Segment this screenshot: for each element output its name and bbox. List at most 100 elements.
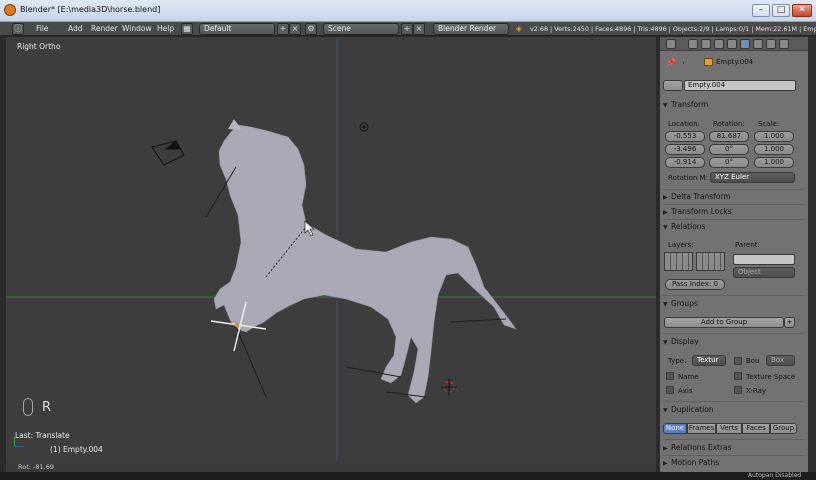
- object-name-field[interactable]: Empty.004: [684, 80, 796, 91]
- display-header[interactable]: ▼ Display: [663, 336, 803, 348]
- 3d-viewport[interactable]: Right Ortho R Last: Translate (1) Empty.…: [6, 37, 656, 472]
- rotation-mode-select[interactable]: XYZ Euler: [710, 172, 795, 183]
- menu-render[interactable]: Render: [91, 23, 118, 35]
- scene-add-icon[interactable]: +: [401, 23, 413, 35]
- minimize-button[interactable]: –: [752, 4, 770, 17]
- rotation-x-field[interactable]: 81.687: [709, 131, 749, 142]
- layers-tab-icon[interactable]: [701, 39, 711, 49]
- editor-type-icon[interactable]: ⓘ: [12, 23, 24, 35]
- camera-object: [151, 140, 185, 166]
- viewport-canvas: [6, 37, 656, 472]
- display-title: Display: [671, 337, 699, 346]
- bounds-checkbox[interactable]: [734, 357, 742, 365]
- menu-file[interactable]: File: [36, 23, 49, 35]
- pass-index-field[interactable]: Pass Index: 0: [665, 279, 725, 290]
- scene-icon[interactable]: ⚙: [305, 23, 317, 35]
- dupli-none-button[interactable]: None: [663, 423, 687, 434]
- duplication-title: Duplication: [671, 405, 714, 414]
- rotation-readout: Rot: -81.69: [18, 463, 54, 471]
- close-button[interactable]: ✕: [792, 4, 812, 17]
- horse-ear: [228, 119, 242, 130]
- duplication-header[interactable]: ▼ Duplication: [663, 404, 803, 416]
- add-to-group-button[interactable]: Add to Group: [664, 317, 784, 328]
- rotation-y-field[interactable]: 0°: [709, 144, 749, 155]
- relations-header[interactable]: ▼ Relations: [663, 221, 803, 233]
- menu-help[interactable]: Help: [157, 23, 174, 35]
- layout-remove-icon[interactable]: ×: [289, 23, 301, 35]
- key-label: R: [42, 400, 52, 415]
- location-label: Location:: [668, 120, 700, 128]
- layout-add-icon[interactable]: +: [277, 23, 289, 35]
- delta-transform-header[interactable]: ▶ Delta Transform: [663, 191, 803, 203]
- transform-locks-header[interactable]: ▶ Transform Locks: [663, 206, 803, 218]
- scale-y-field[interactable]: 1.000: [754, 144, 794, 155]
- relations-title: Relations: [671, 222, 706, 231]
- axis-gizmo: [14, 437, 24, 447]
- 3d-cursor: [441, 379, 457, 395]
- blender-small-icon: ◈: [516, 24, 522, 33]
- render-tab-icon[interactable]: [688, 39, 698, 49]
- transform-panel-header[interactable]: ▼ Transform: [663, 99, 803, 111]
- relations-extras-title: Relations Extras: [671, 443, 732, 452]
- layers-label: Layers:: [668, 241, 694, 249]
- menu-add[interactable]: Add: [68, 23, 83, 35]
- rotation-z-field[interactable]: 0°: [709, 157, 749, 168]
- axis-checkbox[interactable]: [666, 386, 674, 394]
- menu-window[interactable]: Window: [122, 23, 152, 35]
- key-overlay: R: [16, 394, 56, 424]
- location-z-field[interactable]: -0.914: [665, 157, 705, 168]
- scale-z-field[interactable]: 1.000: [754, 157, 794, 168]
- location-y-field[interactable]: -3.496: [665, 144, 705, 155]
- horse-mesh: [213, 124, 517, 404]
- parent-label: Parent:: [735, 241, 760, 249]
- scale-x-field[interactable]: 1.000: [754, 131, 794, 142]
- render-engine-select[interactable]: Blender Render: [433, 23, 509, 35]
- delta-transform-title: Delta Transform: [671, 192, 731, 201]
- scene-tab-icon[interactable]: [714, 39, 724, 49]
- scene-remove-icon[interactable]: ×: [413, 23, 425, 35]
- constraints-tab-icon[interactable]: [753, 39, 763, 49]
- xray-label: X-Ray: [746, 387, 767, 395]
- physics-tab-icon[interactable]: [779, 39, 789, 49]
- object-type-icon[interactable]: [663, 80, 683, 91]
- rotation-label: Rotation:: [713, 120, 745, 128]
- name-checkbox[interactable]: [666, 372, 674, 380]
- relations-extras-header[interactable]: ▶ Relations Extras: [663, 442, 803, 454]
- bounds-type-select[interactable]: Box: [766, 355, 795, 366]
- layout-grid-icon[interactable]: ▦: [181, 23, 193, 35]
- properties-tabs: [660, 37, 808, 51]
- layers-grid-left[interactable]: [664, 252, 693, 271]
- scene-select[interactable]: Scene: [323, 23, 399, 35]
- layers-grid-right[interactable]: [696, 252, 725, 271]
- parent-type-select[interactable]: Object: [733, 267, 795, 278]
- display-type-select[interactable]: Textur: [692, 355, 726, 366]
- parent-field[interactable]: [733, 254, 795, 265]
- modifiers-tab-icon[interactable]: [766, 39, 776, 49]
- dupli-frames-button[interactable]: Frames: [687, 423, 716, 434]
- layout-select[interactable]: Default: [199, 23, 275, 35]
- editor-type-icon[interactable]: [666, 39, 676, 49]
- empty-object-icon: [704, 58, 713, 66]
- pin-icon[interactable]: 📌: [666, 58, 676, 67]
- motion-paths-header[interactable]: ▶ Motion Paths: [663, 457, 803, 469]
- texture-space-label: Texture Space: [746, 373, 796, 381]
- transform-locks-title: Transform Locks: [671, 207, 732, 216]
- divider: [663, 219, 803, 220]
- axis-label: Axis: [678, 387, 693, 395]
- xray-checkbox[interactable]: [734, 386, 742, 394]
- properties-scrollbar[interactable]: [808, 37, 816, 472]
- world-tab-icon[interactable]: [727, 39, 737, 49]
- texture-space-checkbox[interactable]: [734, 372, 742, 380]
- breadcrumb: Empty.004: [716, 58, 754, 66]
- dupli-verts-button[interactable]: Verts: [716, 423, 742, 434]
- dupli-group-button[interactable]: Group: [770, 423, 797, 434]
- groups-header[interactable]: ▼ Groups: [663, 298, 803, 310]
- location-x-field[interactable]: -0.553: [665, 131, 705, 142]
- object-tab-icon[interactable]: [740, 39, 750, 49]
- maximize-button[interactable]: □: [772, 4, 790, 17]
- title-bar: Blender* [E:\media3D\horse.blend] – □ ✕: [0, 0, 816, 22]
- viewport-status-bar: Rot: -81.69: [6, 462, 656, 472]
- active-object-label: (1) Empty.004: [50, 445, 103, 454]
- dupli-faces-button[interactable]: Faces: [742, 423, 770, 434]
- group-add-icon[interactable]: +: [784, 317, 795, 328]
